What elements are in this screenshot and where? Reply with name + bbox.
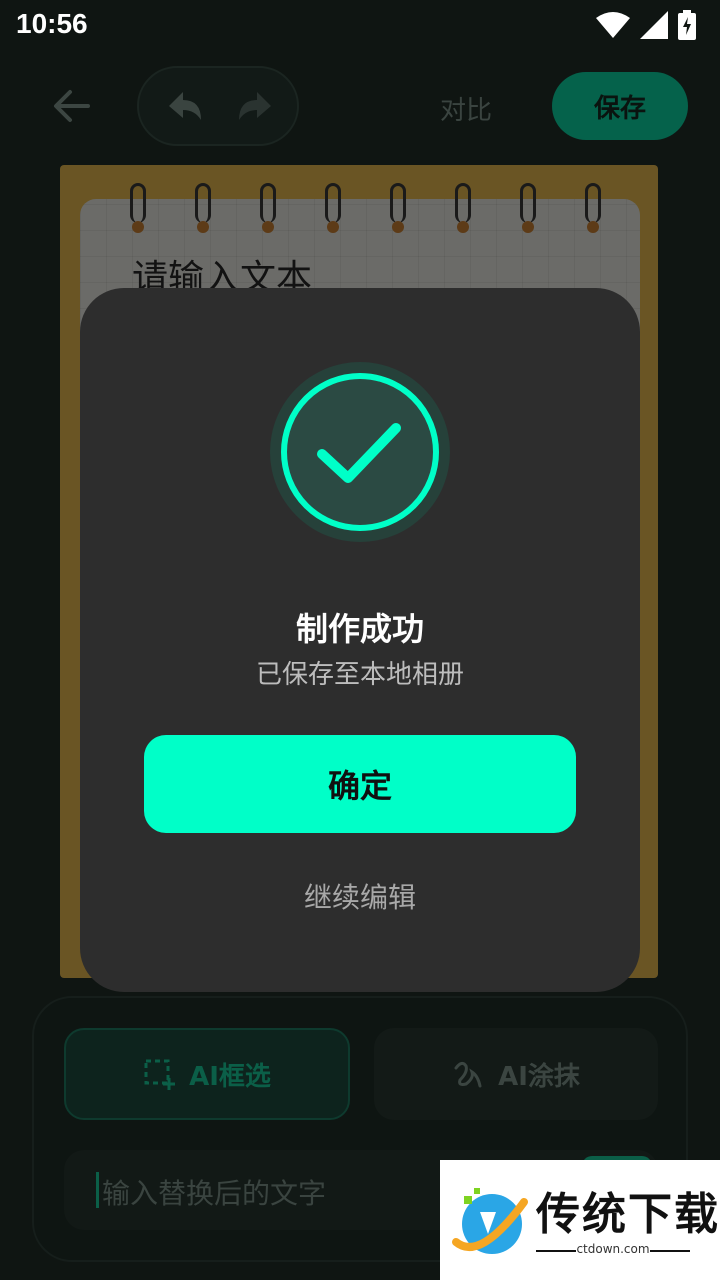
signal-icon [640,11,668,39]
ai-erase-mode-button[interactable]: AI涂抹 [374,1028,658,1120]
brush-squiggle-icon [454,1061,482,1088]
ai-select-mode-button[interactable]: AI框选 [64,1028,350,1120]
undo-icon [169,92,201,120]
watermark: 传统下载 ctdown.com [440,1160,720,1280]
back-button[interactable] [50,84,94,128]
text-caret [96,1172,99,1208]
save-button[interactable]: 保存 [552,72,688,140]
compare-button[interactable]: 对比 [440,90,492,127]
dialog-title: 制作成功 [295,610,424,648]
site-logo-icon [452,1188,528,1254]
ring-hole [392,221,404,233]
ring-hole [327,221,339,233]
continue-editing-button[interactable]: 继续编辑 [80,876,640,916]
undo-button[interactable] [165,88,205,128]
ring-icon [260,183,276,223]
ring-hole [132,221,144,233]
ring-hole [457,221,469,233]
watermark-divider [650,1250,690,1252]
ai-select-mode-label: AI框选 [189,1061,271,1092]
ring-icon [195,183,211,223]
dashed-select-icon [144,1059,176,1090]
dialog-subtitle: 已保存至本地相册 [255,660,464,690]
ring-hole [262,221,274,233]
ai-erase-mode-label: AI涂抹 [498,1061,580,1092]
replace-text-placeholder: 输入替换后的文字 [102,1177,327,1210]
status-time: 10:56 [16,8,88,39]
check-circle-icon [270,362,450,542]
ring-hole [197,221,209,233]
ring-icon [325,183,341,223]
wifi-icon [596,12,630,38]
ring-icon [455,183,471,223]
status-icons [596,10,696,40]
ring-hole [522,221,534,233]
confirm-button[interactable]: 确定 [144,735,576,833]
watermark-title: 传统下载 [536,1189,720,1240]
ring-icon [520,183,536,223]
status-bar: 10:56 [0,0,720,50]
redo-icon [239,92,271,120]
arrow-left-icon [54,90,90,122]
undo-redo-group [137,66,299,146]
ring-icon [585,183,601,223]
ring-hole [587,221,599,233]
ring-icon [390,183,406,223]
success-dialog: 制作成功 已保存至本地相册 确定 继续编辑 [80,288,640,992]
battery-icon [678,10,696,40]
redo-button[interactable] [235,88,275,128]
watermark-url: ctdown.com [576,1242,650,1256]
ring-icon [130,183,146,223]
